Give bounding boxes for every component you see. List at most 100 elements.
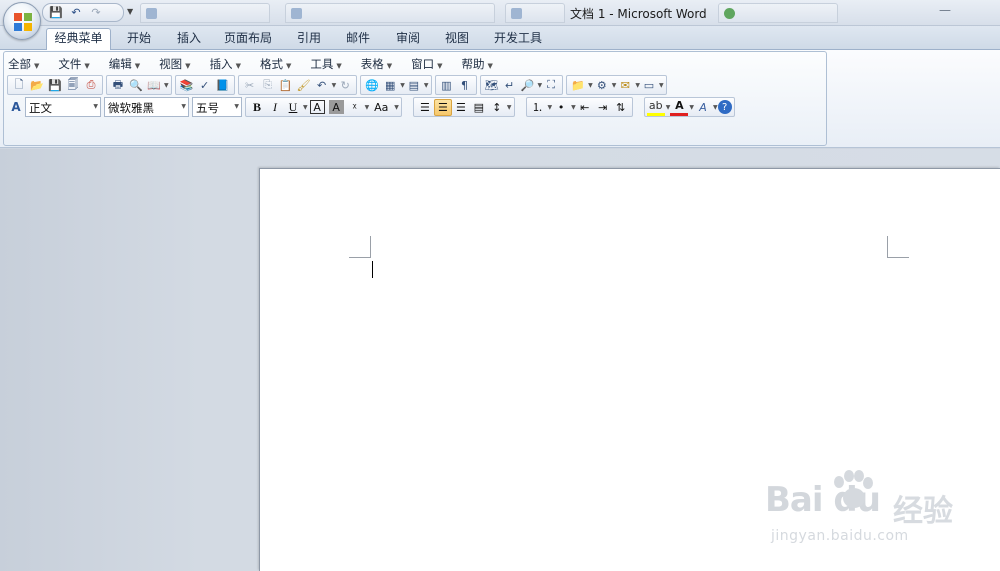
tab-references[interactable]: 引用 — [287, 29, 331, 50]
phonetic-guide-icon[interactable]: ᵡ — [346, 99, 364, 116]
customize-qat-dropdown-icon[interactable]: ▼ — [127, 7, 133, 16]
open-folder-icon[interactable]: 📂 — [28, 77, 46, 94]
menu-tools[interactable]: 工具 ▼ — [310, 56, 341, 74]
save-icon[interactable]: 💾 — [49, 6, 63, 20]
undo-icon[interactable]: ↶ — [69, 6, 83, 20]
char-border-button[interactable]: A — [309, 100, 325, 114]
translate-icon[interactable]: 📘 — [214, 77, 232, 94]
align-left-icon[interactable]: ☰ — [416, 99, 434, 116]
redo-icon[interactable]: ↻ — [336, 77, 354, 94]
menu-help[interactable]: 帮助 ▼ — [462, 56, 493, 74]
tab-mailings[interactable]: 邮件 — [336, 29, 380, 50]
copy-icon[interactable]: ⎘ — [259, 77, 277, 94]
title-bar: 💾 ↶ ↷ ▼ 文档 1 - Microsoft Word — — [0, 0, 1000, 26]
minimize-button[interactable]: — — [938, 4, 952, 18]
style-select[interactable]: 正文 ▼ — [25, 97, 101, 117]
window-title: 文档 1 - Microsoft Word — [570, 7, 707, 21]
chevron-down-icon[interactable]: ▼ — [394, 104, 399, 111]
chevron-down-icon[interactable]: ▼ — [507, 104, 512, 111]
menu-table[interactable]: 表格 ▼ — [361, 56, 392, 74]
decrease-indent-icon[interactable]: ⇤ — [576, 99, 594, 116]
ribbon-panel: 全部 ▼ 文件 ▼ 编辑 ▼ 视图 ▼ 插入 ▼ 格式 ▼ 工具 ▼ 表格 ▼ 窗口 ▼ 帮助 ▼ … — [0, 50, 1000, 148]
menu-format[interactable]: 格式 ▼ — [260, 56, 291, 74]
bullets-icon[interactable]: • — [552, 99, 570, 116]
distributed-icon[interactable]: ▤ — [470, 99, 488, 116]
show-formatting-icon[interactable]: ¶ — [456, 77, 474, 94]
font-select[interactable]: 微软雅黑 ▼ — [104, 97, 189, 117]
read-mode-icon[interactable]: 📖 — [145, 77, 163, 94]
print-button-group: 🖶 🔍 📖 ▼ — [106, 75, 172, 95]
document-map-icon[interactable]: 🗺 — [483, 77, 501, 94]
tab-view[interactable]: 视图 — [435, 29, 479, 50]
change-case-button[interactable]: Aa — [369, 99, 393, 116]
numbering-icon[interactable]: ⒈ — [529, 99, 547, 116]
menu-view[interactable]: 视图 ▼ — [159, 56, 190, 74]
hyperlink-icon[interactable]: 🌐 — [363, 77, 381, 94]
align-center-icon[interactable]: ☰ — [452, 99, 470, 116]
office-button[interactable] — [3, 2, 41, 40]
text-effects-icon[interactable]: A — [694, 99, 712, 116]
chevron-down-icon[interactable]: ▼ — [164, 82, 169, 89]
tab-developer[interactable]: 开发工具 — [486, 29, 550, 50]
menu-edit[interactable]: 编辑 ▼ — [109, 56, 140, 74]
sort-icon[interactable]: ⇅ — [612, 99, 630, 116]
tools-icon[interactable]: ⚙ — [593, 77, 611, 94]
folder-icon[interactable]: 📁 — [569, 77, 587, 94]
chevron-down-icon[interactable]: ▼ — [713, 104, 718, 111]
tab-home[interactable]: 开始 — [117, 29, 161, 50]
research-icon[interactable]: 📚 — [178, 77, 196, 94]
menu-label: 文件 — [58, 57, 82, 71]
help-icon[interactable]: ? — [717, 100, 732, 114]
new-document-icon[interactable]: 🗋 — [10, 77, 28, 94]
tab-insert[interactable]: 插入 — [167, 29, 211, 50]
insert-table-icon[interactable]: ▤ — [405, 77, 423, 94]
increase-indent-icon[interactable]: ⇥ — [594, 99, 612, 116]
print-preview-icon[interactable]: 🔍 — [127, 77, 145, 94]
tab-page-layout[interactable]: 页面布局 — [219, 29, 277, 50]
menu-label: 格式 — [259, 57, 283, 71]
background-window-tab — [505, 3, 565, 23]
redo-icon[interactable]: ↷ — [89, 6, 103, 20]
line-spacing-icon[interactable]: ↕ — [488, 99, 506, 116]
alignment-button-group: ☰ ☰ ☰ ▤ ↕ ▼ — [412, 97, 515, 117]
columns-button-group: ▥ ¶ — [434, 75, 477, 95]
full-screen-icon[interactable]: ⛶ — [542, 77, 560, 94]
envelope-icon[interactable]: ✉ — [616, 77, 634, 94]
chevron-down-icon[interactable]: ▼ — [303, 104, 308, 111]
print-icon[interactable]: 🖶 — [109, 77, 127, 94]
chevron-down-icon[interactable]: ▼ — [424, 82, 429, 89]
font-size-select[interactable]: 五号 ▼ — [192, 97, 242, 117]
columns-icon[interactable]: ▥ — [438, 77, 456, 94]
tab-review[interactable]: 审阅 — [386, 29, 430, 50]
undo-icon[interactable]: ↶ — [313, 77, 331, 94]
menu-all[interactable]: 全部 ▼ — [8, 56, 39, 74]
chevron-down-icon[interactable]: ▼ — [659, 82, 664, 89]
bold-button[interactable]: B — [248, 99, 266, 116]
spelling-icon[interactable]: ✓ — [196, 77, 214, 94]
color-button-group: ab ▼ A ▼ A ▼ ? — [643, 97, 735, 117]
format-painter-icon[interactable]: 🖌 — [295, 77, 313, 94]
save-icon[interactable]: 💾 — [46, 77, 64, 94]
cut-icon[interactable]: ✂ — [241, 77, 259, 94]
styles-icon[interactable]: A — [7, 99, 25, 116]
underline-button[interactable]: U — [284, 99, 302, 116]
list-button-group: ⒈ ▼ • ▼ ⇤ ⇥ ⇅ — [525, 97, 633, 117]
menu-file[interactable]: 文件 ▼ — [58, 56, 89, 74]
menu-window[interactable]: 窗口 ▼ — [411, 56, 442, 74]
save-as-icon[interactable]: 🗐 — [64, 77, 82, 94]
borders-icon[interactable]: ▦ — [381, 77, 399, 94]
italic-button[interactable]: I — [266, 99, 284, 116]
formatting-toolbar: A 正文 ▼ 微软雅黑 ▼ 五号 ▼ B I U ▼ A A ᵡ ▼ Aa ▼ ☰ ☰ — [7, 97, 738, 117]
watermark-cn-text: 经验 — [893, 494, 953, 529]
paragraph-mark-icon[interactable]: ↵ — [501, 77, 519, 94]
zoom-icon[interactable]: 🔎 — [519, 77, 537, 94]
form-field-icon[interactable]: ▭ — [640, 77, 658, 94]
highlight-icon[interactable]: ab — [646, 99, 665, 116]
menu-insert[interactable]: 插入 ▼ — [210, 56, 241, 74]
pdf-icon[interactable]: ⎙ — [82, 77, 100, 94]
tab-classic-menu[interactable]: 经典菜单 — [46, 28, 111, 50]
align-justify-icon[interactable]: ☰ — [433, 98, 452, 116]
char-shading-button[interactable]: A — [328, 100, 344, 114]
font-color-icon[interactable]: A — [670, 99, 689, 116]
paste-icon[interactable]: 📋 — [277, 77, 295, 94]
